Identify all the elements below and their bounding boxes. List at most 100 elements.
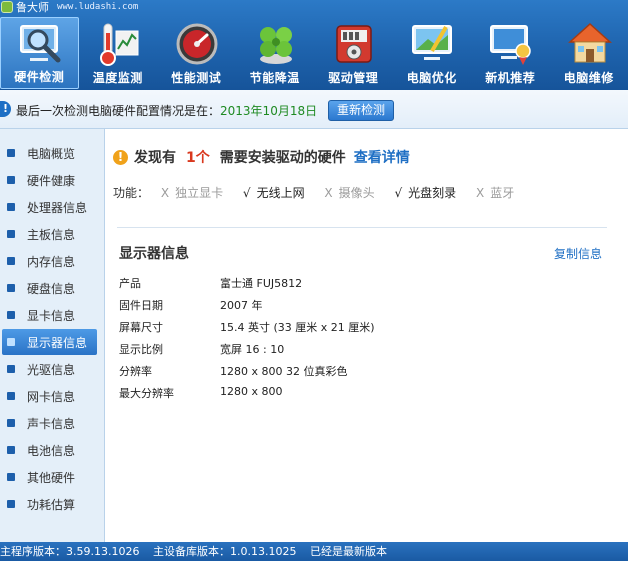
sidebar-item-motherboard[interactable]: 主板信息 bbox=[0, 221, 104, 247]
cross-icon: X bbox=[476, 186, 485, 200]
nav-driver-management[interactable]: 驱动管理 bbox=[314, 17, 393, 89]
info-value: 1280 x 800 32 位真彩色 bbox=[220, 365, 348, 378]
sidebar-item-label: 声卡信息 bbox=[27, 417, 76, 431]
info-key: 分辨率 bbox=[119, 365, 152, 378]
sidebar-item-label: 功耗估算 bbox=[27, 498, 76, 512]
info-key: 最大分辨率 bbox=[119, 387, 174, 400]
last-check-notice: ! 最后一次检测电脑硬件配置情况是在：2013年10月18日 重新检测 bbox=[0, 90, 628, 129]
sidebar-item-label: 电脑概览 bbox=[27, 147, 76, 161]
sidebar-item-label: 显卡信息 bbox=[27, 309, 76, 323]
info-value: 富士通 FUJ5812 bbox=[220, 277, 303, 290]
recheck-button[interactable]: 重新检测 bbox=[328, 100, 394, 121]
info-key: 固件日期 bbox=[119, 299, 163, 312]
nav-label: 电脑维修 bbox=[563, 71, 614, 85]
driver-alert-count: 1个 bbox=[186, 150, 210, 166]
sidebar-item-label: 处理器信息 bbox=[27, 201, 88, 215]
view-details-link[interactable]: 查看详情 bbox=[354, 147, 410, 167]
nav-label: 性能测试 bbox=[171, 71, 222, 85]
sidebar-item-other-hardware[interactable]: 其他硬件 bbox=[0, 464, 104, 490]
feature-camera: X 摄像头 bbox=[324, 184, 374, 201]
sidebar-item-health[interactable]: 硬件健康 bbox=[0, 167, 104, 193]
sidebar-item-disk[interactable]: 硬盘信息 bbox=[0, 275, 104, 301]
last-check-text: 最后一次检测电脑硬件配置情况是在： bbox=[16, 104, 221, 118]
sidebar-item-label: 网卡信息 bbox=[27, 390, 76, 404]
driver-alert-suffix: 需要安装驱动的硬件 bbox=[219, 150, 346, 166]
section-divider bbox=[117, 227, 607, 228]
sidebar-item-graphics[interactable]: 显卡信息 bbox=[0, 302, 104, 328]
cross-icon: X bbox=[324, 186, 333, 200]
version-status: 已经是最新版本 bbox=[309, 545, 387, 558]
brand: 鲁大师 www.ludashi.com bbox=[0, 0, 138, 14]
info-value: 宽屏 16 : 10 bbox=[220, 343, 285, 356]
sidebar-item-cpu[interactable]: 处理器信息 bbox=[0, 194, 104, 220]
feature-label: 摄像头 bbox=[338, 186, 375, 200]
feature-wireless: √ 无线上网 bbox=[243, 184, 305, 201]
feature-list: 功能： X 独立显卡 √ 无线上网 X 摄像头 √ 光盘刻录 X 蓝牙 bbox=[113, 184, 530, 200]
clover-leaf-icon bbox=[259, 27, 292, 64]
feature-label: 独立显卡 bbox=[175, 186, 224, 200]
sidebar: 电脑概览 硬件健康 处理器信息 主板信息 内存信息 硬盘信息 显卡信息 显示器信… bbox=[0, 129, 105, 542]
nav-energy-saving[interactable]: 节能降温 bbox=[236, 17, 315, 89]
nav-new-pc-recommend[interactable]: 新机推荐 bbox=[471, 17, 550, 89]
warning-icon: ! bbox=[113, 149, 128, 165]
sidebar-item-battery[interactable]: 电池信息 bbox=[0, 437, 104, 463]
nav-pc-repair[interactable]: 电脑维修 bbox=[550, 17, 628, 89]
device-db-version: 主设备库版本：1.0.13.1025 bbox=[152, 545, 297, 558]
main-nav: 硬件检测 温度监测 性能测试 节能降温 驱动管理 电脑优化 新机推荐 电脑维修 bbox=[0, 17, 628, 89]
sidebar-item-label: 内存信息 bbox=[27, 255, 76, 269]
feature-label: 光盘刻录 bbox=[408, 186, 457, 200]
nav-pc-optimize[interactable]: 电脑优化 bbox=[393, 17, 472, 89]
feature-label: 蓝牙 bbox=[490, 186, 515, 200]
section-title: 显示器信息 bbox=[119, 246, 189, 262]
copy-info-link[interactable]: 复制信息 bbox=[554, 245, 602, 262]
magnifier-monitor-icon bbox=[20, 25, 61, 63]
bullet-icon bbox=[7, 149, 15, 157]
sidebar-item-optical-drive[interactable]: 光驱信息 bbox=[0, 356, 104, 382]
sidebar-item-sound[interactable]: 声卡信息 bbox=[0, 410, 104, 436]
driver-alert: ! 发现有 1个 需要安装驱动的硬件 查看详情 bbox=[113, 148, 410, 166]
info-key: 产品 bbox=[119, 277, 141, 290]
sidebar-item-label: 显示器信息 bbox=[27, 336, 88, 350]
bullet-icon bbox=[7, 230, 15, 238]
info-icon: ! bbox=[0, 101, 11, 117]
bullet-icon bbox=[7, 284, 15, 292]
last-check-date: 2013年10月18日 bbox=[220, 104, 318, 118]
nav-temperature[interactable]: 温度监测 bbox=[79, 17, 158, 89]
feature-bluetooth: X 蓝牙 bbox=[476, 184, 514, 201]
last-check-message: 最后一次检测电脑硬件配置情况是在：2013年10月18日 bbox=[16, 102, 317, 119]
app-url: www.ludashi.com bbox=[57, 2, 139, 12]
sidebar-item-network[interactable]: 网卡信息 bbox=[0, 383, 104, 409]
nav-label: 驱动管理 bbox=[328, 71, 379, 85]
bullet-icon bbox=[7, 311, 15, 319]
feature-label: 无线上网 bbox=[256, 186, 305, 200]
broom-monitor-icon bbox=[411, 25, 452, 60]
bullet-icon bbox=[7, 446, 15, 454]
sidebar-item-monitor[interactable]: 显示器信息 bbox=[2, 329, 97, 355]
sidebar-item-power-estimate[interactable]: 功耗估算 bbox=[0, 491, 104, 517]
feature-disc-burning: √ 光盘刻录 bbox=[395, 184, 457, 201]
thermometer-icon bbox=[99, 23, 139, 66]
driver-alert-prefix: 发现有 bbox=[134, 150, 176, 166]
house-icon bbox=[567, 22, 612, 63]
info-key: 显示比例 bbox=[119, 343, 163, 356]
nav-label: 节能降温 bbox=[249, 71, 300, 85]
nav-label: 硬件检测 bbox=[14, 70, 65, 84]
cross-icon: X bbox=[160, 186, 170, 200]
speedometer-icon bbox=[176, 23, 218, 65]
sidebar-item-memory[interactable]: 内存信息 bbox=[0, 248, 104, 274]
info-value: 15.4 英寸 (33 厘米 x 21 厘米) bbox=[220, 321, 375, 334]
bullet-icon bbox=[7, 365, 15, 373]
bullet-icon bbox=[7, 338, 15, 346]
bullet-icon bbox=[7, 203, 15, 211]
status-bar: 主程序版本：3.59.13.1026 主设备库版本：1.0.13.1025 已经… bbox=[0, 542, 628, 561]
sidebar-item-label: 硬盘信息 bbox=[27, 282, 76, 296]
top-banner: 鲁大师 www.ludashi.com 硬件检测 温度监测 性能测试 节能降温 … bbox=[0, 0, 628, 90]
sidebar-item-overview[interactable]: 电脑概览 bbox=[0, 140, 104, 166]
nav-performance[interactable]: 性能测试 bbox=[157, 17, 236, 89]
bullet-icon bbox=[7, 257, 15, 265]
feature-list-title: 功能： bbox=[113, 186, 150, 200]
nav-hardware-detect[interactable]: 硬件检测 bbox=[0, 17, 79, 89]
monitor-medal-icon bbox=[490, 25, 531, 65]
info-key: 屏幕尺寸 bbox=[119, 321, 163, 334]
app-logo-icon bbox=[1, 1, 13, 13]
